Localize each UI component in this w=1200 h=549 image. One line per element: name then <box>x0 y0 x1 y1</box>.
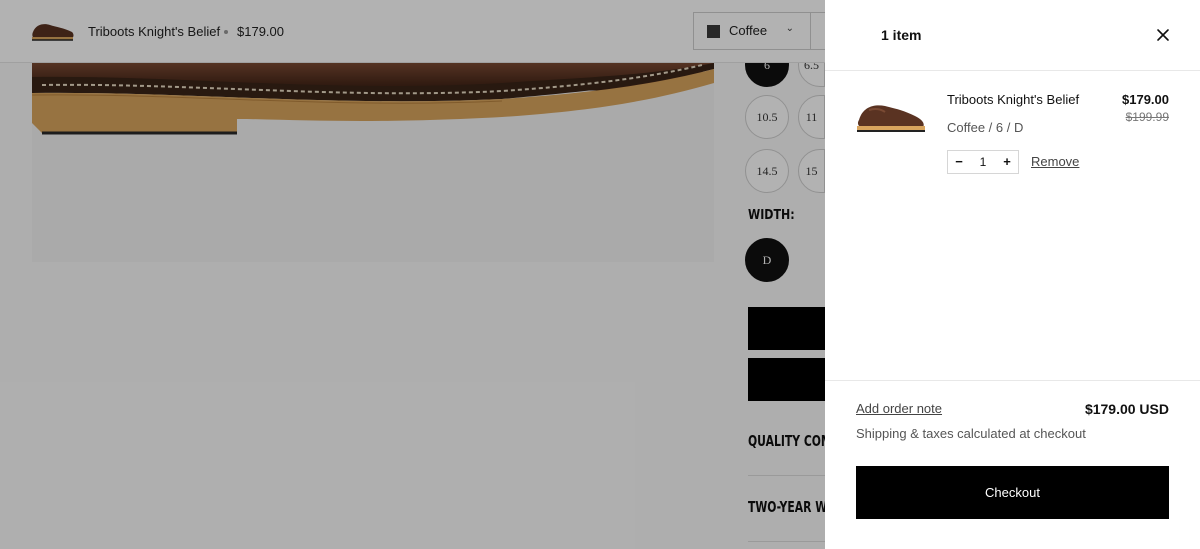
cart-item-variant: Coffee / 6 / D <box>947 120 1024 135</box>
quantity-input[interactable]: 1 <box>970 151 996 173</box>
quantity-stepper: − 1 + <box>947 150 1019 174</box>
drawer-overlay[interactable] <box>0 0 825 549</box>
minus-icon[interactable]: − <box>948 151 970 173</box>
remove-item-link[interactable]: Remove <box>1031 154 1079 169</box>
cart-item-count: 1 item <box>881 27 922 43</box>
cart-subtotal: $179.00 USD <box>1084 401 1169 417</box>
cart-item-price: $179.00 <box>1122 92 1169 107</box>
cart-item-compare-price: $199.99 <box>1125 110 1169 124</box>
cart-drawer-header: 1 item <box>825 0 1200 71</box>
cart-item-name[interactable]: Triboots Knight's Belief <box>947 92 1079 107</box>
checkout-button[interactable]: Checkout <box>856 466 1169 519</box>
cart-drawer: 1 item Triboots Knight's Belief Coffee /… <box>825 0 1200 549</box>
add-order-note-link[interactable]: Add order note <box>856 401 942 416</box>
shipping-note: Shipping & taxes calculated at checkout <box>856 426 1086 441</box>
plus-icon[interactable]: + <box>996 151 1018 173</box>
close-icon[interactable] <box>1153 25 1173 45</box>
cart-item-thumbnail[interactable] <box>855 96 929 140</box>
cart-drawer-footer: Add order note $179.00 USD Shipping & ta… <box>825 380 1200 549</box>
